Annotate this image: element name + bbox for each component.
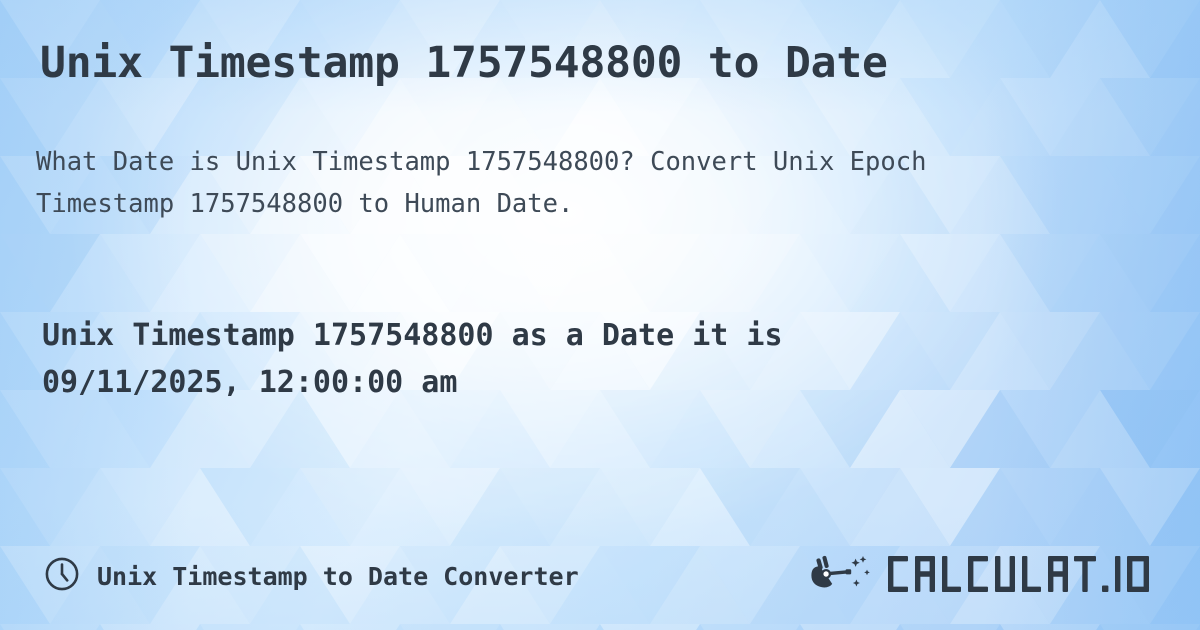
footer-tool-label: Unix Timestamp to Date Converter bbox=[97, 561, 579, 591]
card-footer: Unix Timestamp to Date Converter bbox=[36, 552, 1164, 608]
clock-icon bbox=[44, 556, 80, 596]
card-content: Unix Timestamp 1757548800 to Date What D… bbox=[0, 0, 1200, 630]
result-line-2: 09/11/2025, 12:00:00 am bbox=[42, 365, 458, 401]
page-title: Unix Timestamp 1757548800 to Date bbox=[40, 38, 888, 88]
page-description-line-2: Timestamp 1757548800 to Human Date. bbox=[36, 188, 574, 219]
page-description-line-1: What Date is Unix Timestamp 1757548800? … bbox=[36, 147, 927, 178]
magic-wand-hand-icon bbox=[811, 552, 877, 600]
og-card: Unix Timestamp 1757548800 to Date What D… bbox=[0, 0, 1200, 630]
layout-spacer bbox=[36, 407, 1164, 552]
brand-wordmark bbox=[886, 554, 1158, 598]
result-line-1: Unix Timestamp 1757548800 as a Date it i… bbox=[42, 318, 783, 354]
brand-logo[interactable]: CALCULAT.IO bbox=[811, 552, 1158, 600]
page-description: What Date is Unix Timestamp 1757548800? … bbox=[36, 142, 1164, 225]
result-statement: Unix Timestamp 1757548800 as a Date it i… bbox=[42, 312, 1102, 407]
footer-tool-label-group: Unix Timestamp to Date Converter bbox=[44, 556, 579, 596]
